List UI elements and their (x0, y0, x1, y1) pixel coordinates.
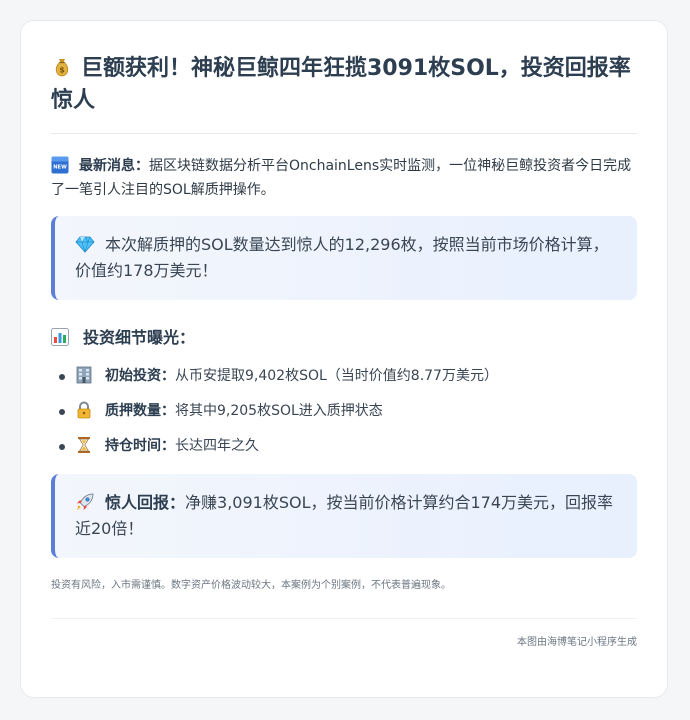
detail-label: 质押数量： (105, 403, 175, 419)
bar-chart-icon (51, 328, 69, 346)
lock-icon (75, 401, 93, 419)
article-title-text: 巨额获利！神秘巨鲸四年狂揽3091枚SOL，投资回报率惊人 (51, 56, 631, 113)
return-label: 惊人回报： (105, 493, 186, 512)
return-callout: 惊人回报：净赚3,091枚SOL，按当前价格计算约合174万美元，回报率近20倍… (51, 474, 637, 558)
risk-disclaimer: 投资有风险，入市需谨慎。数字资产价格波动较大，本案例为个别案例，不代表普遍现象。 (51, 578, 637, 619)
bullet-dot (59, 444, 65, 450)
new-badge-icon: NEW (51, 156, 69, 174)
article-card: $ 巨额获利！神秘巨鲸四年狂揽3091枚SOL，投资回报率惊人 NEW 最新消息… (20, 20, 668, 698)
highlight-text: 本次解质押的SOL数量达到惊人的12,296枚，按照当前市场价格计算，价值约17… (75, 235, 609, 280)
svg-text:$: $ (59, 66, 65, 75)
detail-label: 初始投资： (105, 368, 175, 384)
section-heading: 投资细节曝光： (51, 326, 637, 350)
bullet-dot (59, 374, 65, 380)
detail-text: 从币安提取9,402枚SOL（当时价值约8.77万美元） (175, 368, 498, 384)
list-item: 质押数量：将其中9,205枚SOL进入质押状态 (51, 399, 637, 423)
highlight-callout: 本次解质押的SOL数量达到惊人的12,296枚，按照当前市场价格计算，价值约17… (51, 216, 637, 300)
detail-text: 将其中9,205枚SOL进入质押状态 (175, 403, 383, 419)
details-list: 初始投资：从币安提取9,402枚SOL（当时价值约8.77万美元） 质押数量：将… (51, 364, 637, 458)
gem-icon (75, 234, 95, 254)
bank-building-icon (75, 366, 93, 384)
money-bag-icon: $ (51, 56, 73, 78)
footer-credit: 本图由海博笔记小程序生成 (517, 637, 637, 648)
news-paragraph: NEW 最新消息：据区块链数据分析平台OnchainLens实时监测，一位神秘巨… (51, 154, 637, 202)
section-heading-text: 投资细节曝光： (83, 328, 196, 347)
list-item: 持仓时间：长达四年之久 (51, 434, 637, 458)
detail-label: 持仓时间： (105, 438, 175, 454)
article-title: $ 巨额获利！神秘巨鲸四年狂揽3091枚SOL，投资回报率惊人 (51, 53, 637, 134)
news-label: 最新消息： (79, 158, 149, 174)
list-item: 初始投资：从币安提取9,402枚SOL（当时价值约8.77万美元） (51, 364, 637, 388)
hourglass-icon (75, 436, 93, 454)
detail-text: 长达四年之久 (175, 438, 259, 454)
rocket-icon (75, 492, 95, 512)
svg-text:NEW: NEW (53, 165, 67, 171)
bullet-dot (59, 409, 65, 415)
